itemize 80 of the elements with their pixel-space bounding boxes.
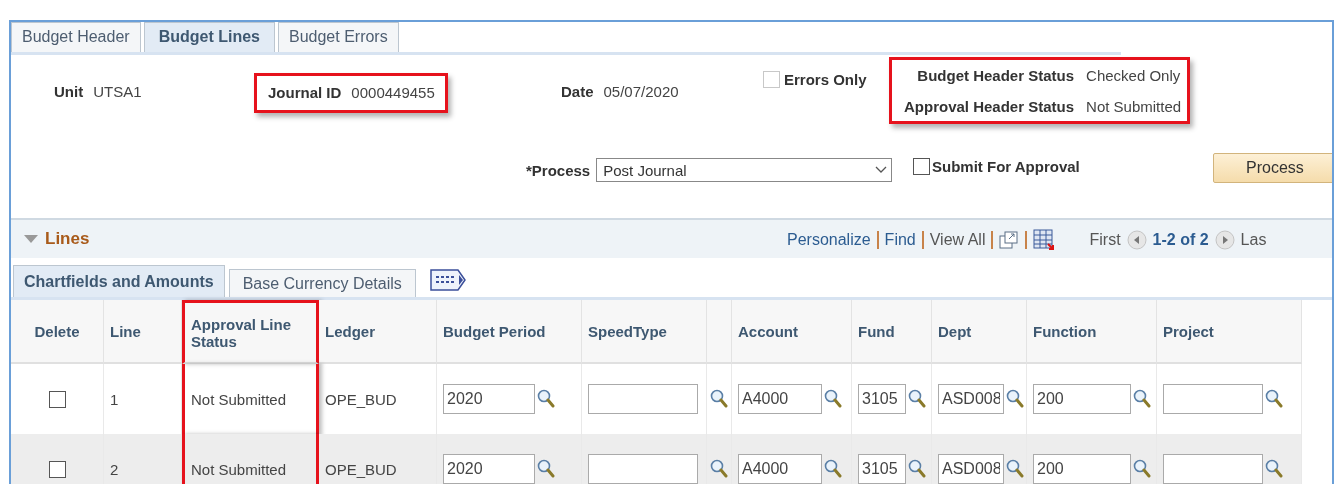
show-all-columns-icon[interactable] xyxy=(429,269,466,291)
spreadsheet-icon[interactable] xyxy=(1033,229,1056,251)
table-cell: OPE_BUD xyxy=(325,390,397,408)
caret-icon xyxy=(875,166,888,174)
column-header: Project xyxy=(1157,300,1302,364)
section-title: Lines xyxy=(45,229,90,249)
checkbox[interactable] xyxy=(913,158,930,175)
search-icon[interactable] xyxy=(710,459,728,479)
column-header: Dept xyxy=(932,300,1027,364)
tab[interactable]: Base Currency Details xyxy=(228,269,416,297)
search-icon[interactable] xyxy=(537,459,555,479)
tab[interactable]: Budget Errors xyxy=(278,22,399,52)
column-header: Function xyxy=(1027,300,1157,364)
search-icon[interactable] xyxy=(824,389,842,409)
field-label: Budget Header Status xyxy=(916,67,1075,84)
delete-checkbox[interactable] xyxy=(48,390,66,408)
field-label: Date xyxy=(561,83,594,100)
field-label: Unit xyxy=(54,83,84,100)
search-icon[interactable] xyxy=(908,459,926,479)
tab[interactable]: Chartfields and Amounts xyxy=(13,265,225,297)
lookup-field[interactable] xyxy=(1163,384,1263,414)
lookup-field[interactable] xyxy=(1163,454,1263,484)
search-icon[interactable] xyxy=(1006,389,1024,409)
personalize-link[interactable]: Personalize xyxy=(787,231,871,249)
lookup-field[interactable]: ASD008 xyxy=(938,384,1004,414)
field-label: Approval Header Status xyxy=(904,98,1075,115)
lookup-field[interactable]: A4000 xyxy=(738,384,822,414)
field-value: 0000449455 xyxy=(351,84,435,101)
popout-icon[interactable] xyxy=(999,231,1020,249)
column-header: Account xyxy=(732,300,852,364)
tab[interactable]: Budget Lines xyxy=(143,22,275,52)
process-dropdown[interactable]: Post Journal xyxy=(596,158,893,182)
first-link[interactable]: First xyxy=(1089,231,1121,249)
column-header: Delete xyxy=(11,300,104,364)
last-link[interactable]: Las xyxy=(1240,231,1267,249)
speedtype-field[interactable] xyxy=(588,384,698,414)
column-header: Line xyxy=(104,300,182,364)
table-cell: 1 xyxy=(110,390,119,408)
lookup-field[interactable]: 200 xyxy=(1033,454,1131,484)
search-icon[interactable] xyxy=(1265,389,1283,409)
lookup-field[interactable]: 2020 xyxy=(443,454,535,484)
speedtype-field[interactable] xyxy=(588,454,698,484)
lookup-field[interactable]: 3105 xyxy=(858,454,906,484)
checkbox-label: Errors Only xyxy=(784,71,867,88)
field-value: Checked Only xyxy=(1086,67,1182,84)
search-icon[interactable] xyxy=(1133,389,1151,409)
process-button[interactable]: Process xyxy=(1213,153,1332,183)
field-value: UTSA1 xyxy=(93,83,142,100)
row-range: 1-2 of 2 xyxy=(1152,231,1209,249)
field-label: Journal ID xyxy=(268,84,342,101)
field-value: Not Submitted xyxy=(1086,98,1182,115)
search-icon[interactable] xyxy=(908,389,926,409)
column-header: Budget Period xyxy=(437,300,582,364)
table-cell: Not Submitted xyxy=(191,390,287,408)
lookup-field[interactable]: 2020 xyxy=(443,384,535,414)
table-cell: OPE_BUD xyxy=(325,460,397,478)
search-icon[interactable] xyxy=(537,389,555,409)
column-header: Approval Line Status xyxy=(182,300,319,364)
collapse-triangle-icon[interactable] xyxy=(23,234,39,244)
field-label: *Process xyxy=(526,161,591,179)
search-icon[interactable] xyxy=(1006,459,1024,479)
view-all-link[interactable]: View All xyxy=(929,231,986,249)
lookup-field[interactable]: 200 xyxy=(1033,384,1131,414)
lookup-field[interactable]: 3105 xyxy=(858,384,906,414)
column-header: Fund xyxy=(852,300,932,364)
find-link[interactable]: Find xyxy=(884,231,916,249)
column-header: SpeedType xyxy=(582,300,707,364)
search-icon[interactable] xyxy=(1265,459,1283,479)
field-value: 05/07/2020 xyxy=(603,83,679,100)
lookup-field[interactable]: A4000 xyxy=(738,454,822,484)
table-cell: Not Submitted xyxy=(191,460,287,478)
checkbox-label: Submit For Approval xyxy=(932,158,1080,175)
tab[interactable]: Budget Header xyxy=(11,22,141,52)
table-cell: 2 xyxy=(110,460,119,478)
search-icon[interactable] xyxy=(710,389,728,409)
delete-checkbox[interactable] xyxy=(48,460,66,478)
column-header: Ledger xyxy=(319,300,437,364)
search-icon[interactable] xyxy=(824,459,842,479)
search-icon[interactable] xyxy=(1133,459,1151,479)
lookup-field[interactable]: ASD008 xyxy=(938,454,1004,484)
